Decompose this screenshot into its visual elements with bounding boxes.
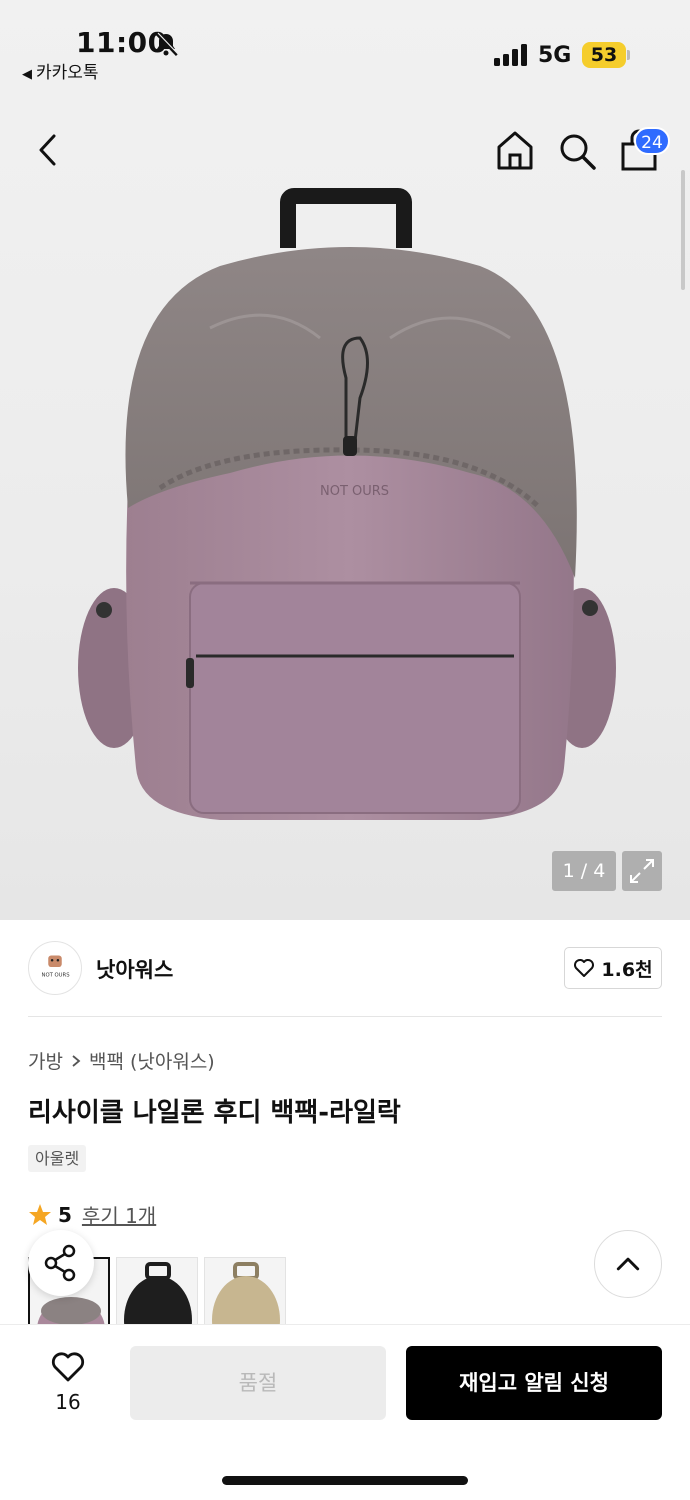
brand-logo-text: NOT OURS [42,973,71,979]
breadcrumb: 가방 백팩 (낫아워스) [28,1047,215,1074]
share-button[interactable] [28,1230,94,1296]
restock-alert-button[interactable]: 재입고 알림 신청 [406,1346,662,1420]
star-icon [29,1203,51,1225]
review-link[interactable]: 후기 1개 [82,1200,156,1229]
bell-muted-icon [154,31,180,57]
battery-tip [627,50,630,60]
rating-row: 5 후기 1개 [28,1200,156,1229]
cart-count-badge: 24 [634,127,670,155]
back-arrow-icon[interactable] [28,128,68,172]
product-image-backpack[interactable]: NOT OURS [70,188,630,838]
outlet-badge: 아울렛 [28,1145,87,1172]
back-triangle-icon: ◀ [22,67,32,82]
thumb-backpack-image [212,1262,280,1325]
expand-icon[interactable] [622,851,662,891]
breadcrumb-category[interactable]: 가방 [28,1047,63,1074]
wishlist-count: 16 [55,1390,81,1414]
rating-score: 5 [58,1202,72,1227]
product-title: 리사이클 나일론 후디 백팩-라일락 [28,1098,401,1128]
bag-print-text: NOT OURS [320,484,389,499]
soldout-button[interactable]: 품절 [130,1346,386,1420]
color-thumb-beige[interactable] [204,1257,286,1325]
thumb-backpack-image [124,1262,192,1325]
scroll-top-button[interactable] [594,1230,662,1298]
brand-like-count: 1.6천 [601,958,653,981]
back-app-label: 카카오톡 [36,63,99,83]
home-icon[interactable] [494,128,536,172]
brand-logo[interactable]: NOT OURS [28,941,82,995]
signal-icon [494,44,527,66]
brand-name[interactable]: 낫아워스 [96,954,173,984]
brand-like-button[interactable]: 1.6천 [564,947,662,989]
network-label: 5G [538,43,572,68]
wishlist-heart-icon[interactable] [50,1350,86,1384]
divider [28,1016,662,1017]
battery-indicator: 53 [582,42,626,68]
heart-icon [574,959,595,977]
chevron-right-icon [72,1054,81,1067]
image-counter: 1 / 4 [552,851,616,891]
home-indicator[interactable] [222,1476,468,1485]
search-icon[interactable] [556,130,598,172]
scrollbar[interactable] [681,170,685,290]
back-to-app-link[interactable]: ◀ 카카오톡 [22,58,99,83]
color-thumb-black[interactable] [116,1257,198,1325]
breadcrumb-subcategory[interactable]: 백팩 (낫아워스) [89,1047,215,1074]
product-gallery[interactable]: 11:00 ◀ 카카오톡 5G 53 24 NOT OURS 1 / 4 [0,0,690,920]
